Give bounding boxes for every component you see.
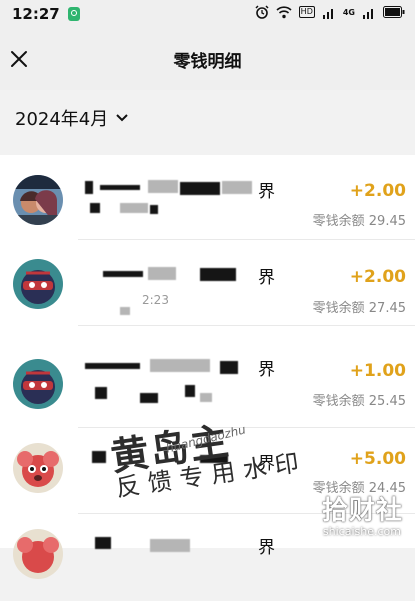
page-title: 零钱明细: [173, 52, 242, 72]
transaction-time: 2:23: [142, 293, 169, 307]
transaction-title-fragment: 界: [258, 268, 275, 288]
redacted-text: [150, 205, 158, 214]
transaction-row[interactable]: 界 +1.00 零钱余额 25.45: [0, 327, 415, 428]
redacted-text: [90, 203, 100, 213]
transaction-balance: 零钱余额 25.45: [312, 394, 406, 409]
koala-avatar: [13, 529, 63, 579]
network-label: 4G: [342, 7, 355, 17]
transaction-balance: 零钱余额 29.45: [312, 214, 406, 229]
transaction-amount: +2.00: [349, 181, 406, 201]
redacted-text: [220, 361, 238, 374]
signal-icon-1: [322, 8, 333, 19]
redacted-text: [180, 182, 220, 195]
ninja-avatar: [13, 259, 63, 309]
hd-badge: HD: [298, 6, 315, 18]
site-logo-url: shicaishe.com: [322, 525, 401, 538]
redacted-text: [148, 180, 178, 193]
redacted-text: [150, 359, 210, 372]
redacted-text: [95, 387, 107, 399]
redacted-text: [200, 393, 212, 402]
transaction-amount: +5.00: [349, 449, 406, 469]
redacted-text: [200, 268, 236, 281]
redacted-text: [140, 393, 158, 403]
transaction-row[interactable]: 界 2:23 +2.00 零钱余额 27.45: [0, 241, 415, 327]
transaction-row[interactable]: 界 +2.00 零钱余额 29.45: [0, 155, 415, 241]
wechat-shield-icon: [67, 7, 80, 21]
transaction-balance: 零钱余额 27.45: [312, 301, 406, 316]
redacted-text: [85, 181, 93, 194]
status-icons: HD 4G: [255, 5, 405, 19]
site-logo: 拾财社: [321, 496, 403, 526]
redacted-text: [92, 451, 106, 463]
transaction-title-fragment: 界: [258, 182, 275, 202]
redacted-text: [120, 203, 148, 213]
redacted-text: [185, 385, 195, 397]
transaction-amount: +1.00: [349, 361, 406, 381]
status-bar: 12:27 HD 4G: [0, 0, 415, 28]
status-time: 12:27: [12, 5, 60, 23]
redacted-text: [103, 271, 143, 277]
redacted-text: [150, 539, 190, 552]
ninja-avatar: [13, 359, 63, 409]
transaction-title-fragment: 界: [258, 538, 275, 558]
signal-icon-2: [363, 8, 373, 19]
redacted-text: [85, 363, 140, 369]
month-filter-bar: 2024年4月: [0, 90, 415, 146]
redacted-text: [100, 185, 140, 190]
transaction-title-fragment: 界: [258, 360, 275, 380]
couple-photo-avatar: [13, 175, 63, 225]
month-label: 2024年4月: [15, 109, 109, 130]
alarm-icon: [255, 5, 269, 19]
row-divider: [78, 325, 415, 326]
month-picker[interactable]: 2024年4月: [15, 105, 129, 131]
row-divider: [78, 239, 415, 240]
redacted-text: [95, 537, 111, 549]
battery-icon: [383, 6, 405, 18]
redacted-text: [120, 307, 130, 315]
nav-bar: 零钱明细: [0, 28, 415, 90]
redacted-text: [222, 181, 252, 194]
wifi-icon: [276, 5, 292, 18]
redacted-text: [148, 267, 176, 280]
koala-avatar: [13, 443, 63, 493]
chevron-down-icon: [116, 114, 128, 122]
transaction-amount: +2.00: [349, 267, 406, 287]
